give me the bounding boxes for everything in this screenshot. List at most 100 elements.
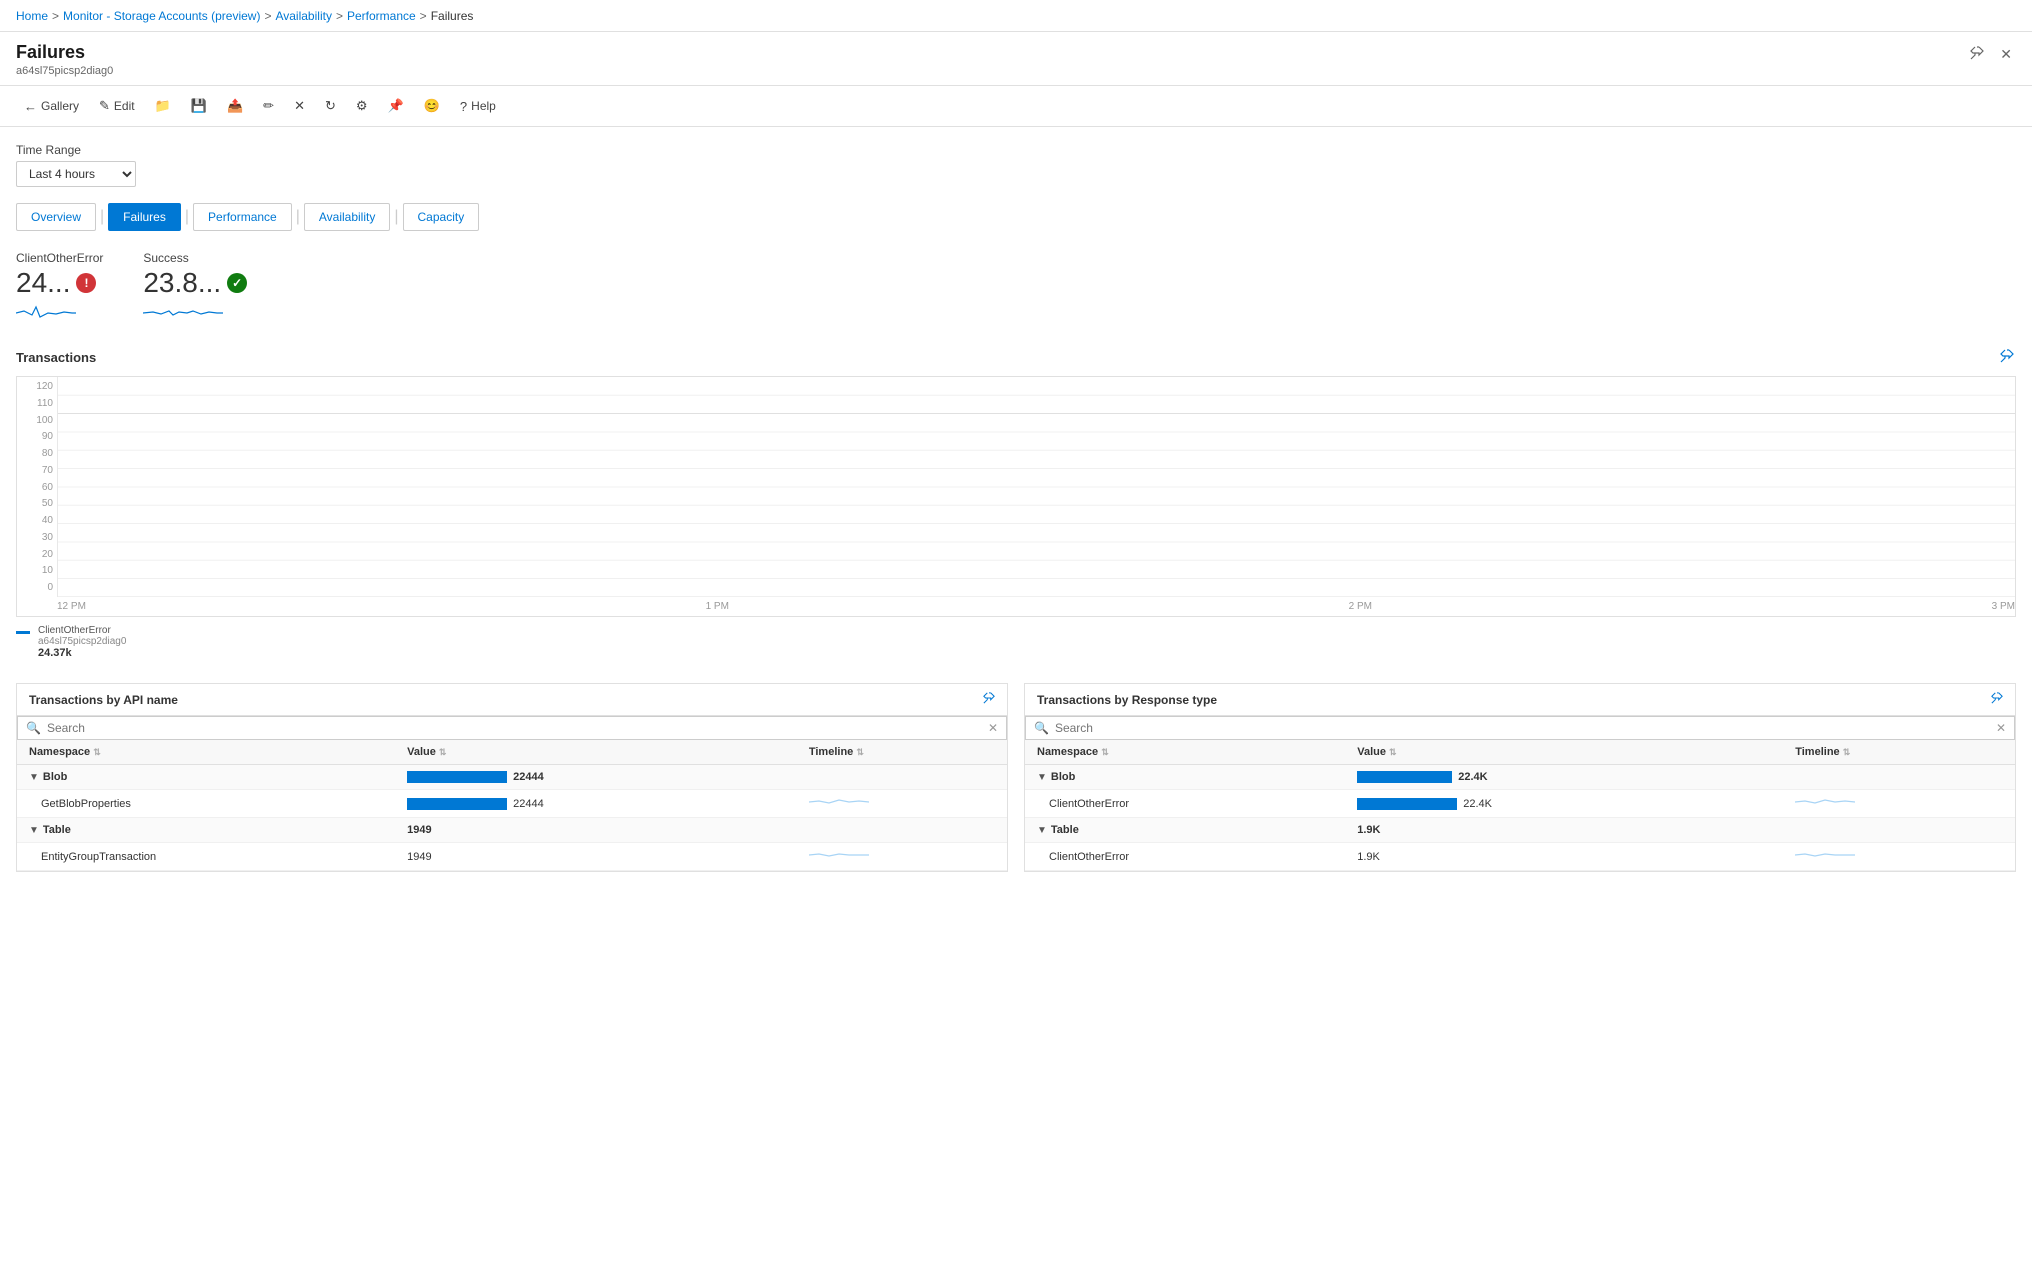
help-button[interactable]: ? Help	[452, 95, 504, 118]
close-icon: ✕	[2000, 46, 2012, 62]
row-namespace: ▼Blob	[1025, 765, 1345, 790]
transactions-api-search[interactable]: 🔍 ✕	[17, 716, 1007, 740]
feedback-icon: 😊	[424, 98, 440, 114]
tab-availability[interactable]: Availability	[304, 203, 390, 231]
col-value-resp[interactable]: Value ⇅	[1345, 740, 1783, 765]
transactions-response-search-input[interactable]	[1055, 721, 1990, 735]
title-bar: Failures a64sl75picsp2diag0 ✕	[0, 32, 2032, 86]
table-row: ▼Blob 22.4K	[1025, 765, 2015, 790]
value-text: 22.4K	[1463, 798, 1492, 810]
breadcrumb-monitor[interactable]: Monitor - Storage Accounts (preview)	[63, 9, 260, 23]
transactions-api-data-table: Namespace ⇅ Value ⇅ Timeline ⇅ ▼Blob	[17, 740, 1007, 871]
search-icon: 🔍	[26, 721, 41, 735]
row-value: 1.9K	[1345, 818, 1783, 843]
success-label: Success	[143, 251, 247, 265]
time-range-select[interactable]: Last 1 hour Last 4 hours Last 4 hours La…	[16, 161, 136, 187]
collapse-icon[interactable]: ▼	[1037, 772, 1047, 783]
collapse-icon[interactable]: ▼	[29, 772, 39, 783]
metric-client-other-error: ClientOtherError 24... !	[16, 251, 103, 323]
edit-label: Edit	[114, 99, 135, 113]
close-button[interactable]: ✕	[1996, 42, 2016, 67]
row-value: 1.9K	[1345, 843, 1783, 871]
success-icon: ✓	[227, 273, 247, 293]
y-label-10: 10	[42, 565, 53, 576]
toolbar: ← Gallery ✎ Edit 📁 💾 📤 ✏ ✕ ↻ ⚙ 📌 😊 ? Hel…	[0, 86, 2032, 127]
chart-pin-button[interactable]	[1998, 347, 2016, 368]
row-value: 1949	[395, 843, 797, 871]
main-content: Time Range Last 1 hour Last 4 hours Last…	[0, 127, 2032, 1272]
pin-button[interactable]	[1966, 42, 1988, 67]
chart-legend: ClientOtherError a64sl75picsp2diag0 24.3…	[16, 625, 2016, 659]
transactions-chart-section: Transactions 120 110 100 90 80 70 60 50	[16, 347, 2016, 659]
folder-button[interactable]: 📁	[147, 94, 179, 118]
pin-toolbar-button[interactable]: 📌	[380, 94, 412, 118]
pen-button[interactable]: ✏	[255, 94, 282, 118]
transactions-response-table-header: Transactions by Response type	[1025, 684, 2015, 716]
client-other-error-value-row: 24... !	[16, 267, 103, 299]
transactions-response-title: Transactions by Response type	[1037, 693, 1217, 707]
client-other-error-label: ClientOtherError	[16, 251, 103, 265]
table-row: ▼Table 1949	[17, 818, 1007, 843]
table-row: EntityGroupTransaction 1949	[17, 843, 1007, 871]
x-label-12pm: 12 PM	[57, 601, 86, 612]
save-icon: 💾	[191, 98, 207, 114]
breadcrumb-availability[interactable]: Availability	[275, 9, 331, 23]
breadcrumb-performance[interactable]: Performance	[347, 9, 416, 23]
y-label-110: 110	[37, 398, 53, 409]
row-namespace: ▼Table	[1025, 818, 1345, 843]
table-row: ▼Table 1.9K	[1025, 818, 2015, 843]
client-other-error-value: 24...	[16, 267, 70, 299]
clear-icon[interactable]: ✕	[1996, 721, 2006, 735]
col-timeline-resp[interactable]: Timeline ⇅	[1783, 740, 2015, 765]
transactions-api-search-input[interactable]	[47, 721, 982, 735]
save-button[interactable]: 💾	[183, 94, 215, 118]
col-namespace-resp[interactable]: Namespace ⇅	[1025, 740, 1345, 765]
col-timeline-api[interactable]: Timeline ⇅	[797, 740, 1007, 765]
tab-performance[interactable]: Performance	[193, 203, 292, 231]
transactions-response-pin-button[interactable]	[1991, 692, 2003, 707]
row-timeline	[797, 818, 1007, 843]
value-text: 22.4K	[1458, 771, 1487, 783]
chart-x-axis: 12 PM 1 PM 2 PM 3 PM	[57, 597, 2015, 616]
refresh-button[interactable]: ↻	[317, 94, 344, 118]
clear-icon[interactable]: ✕	[988, 721, 998, 735]
y-label-100: 100	[36, 415, 53, 426]
tab-failures[interactable]: Failures	[108, 203, 181, 231]
time-range-section: Time Range Last 1 hour Last 4 hours Last…	[16, 143, 2016, 187]
metric-success: Success 23.8... ✓	[143, 251, 247, 323]
transactions-response-search[interactable]: 🔍 ✕	[1025, 716, 2015, 740]
success-sparkline	[143, 303, 247, 323]
transactions-api-title: Transactions by API name	[29, 693, 178, 707]
settings-button[interactable]: ⚙	[348, 94, 376, 118]
discard-icon: ✕	[294, 98, 305, 114]
feedback-button[interactable]: 😊	[416, 94, 448, 118]
transactions-api-table-header: Transactions by API name	[17, 684, 1007, 716]
value-bar	[407, 798, 507, 810]
row-timeline	[797, 790, 1007, 818]
y-label-90: 90	[42, 431, 53, 442]
success-value-row: 23.8... ✓	[143, 267, 247, 299]
edit-button[interactable]: ✎ Edit	[91, 94, 143, 118]
row-value: 22444	[395, 765, 797, 790]
gallery-icon: ←	[24, 99, 37, 114]
gallery-button[interactable]: ← Gallery	[16, 95, 87, 118]
chart-header: Transactions	[16, 347, 2016, 368]
collapse-icon[interactable]: ▼	[29, 825, 39, 836]
transactions-api-table-section: Transactions by API name 🔍 ✕ Namespace ⇅…	[16, 683, 1008, 872]
breadcrumb: Home > Monitor - Storage Accounts (previ…	[16, 9, 473, 23]
y-label-40: 40	[42, 515, 53, 526]
pin-toolbar-icon: 📌	[388, 98, 404, 114]
tab-capacity[interactable]: Capacity	[403, 203, 480, 231]
table-row: ClientOtherError 22.4K	[1025, 790, 2015, 818]
discard-button[interactable]: ✕	[286, 94, 313, 118]
col-value-api[interactable]: Value ⇅	[395, 740, 797, 765]
folder-icon: 📁	[155, 98, 171, 114]
tab-overview[interactable]: Overview	[16, 203, 96, 231]
transactions-response-table-section: Transactions by Response type 🔍 ✕ Namesp…	[1024, 683, 2016, 872]
breadcrumb-home[interactable]: Home	[16, 9, 48, 23]
transactions-api-pin-button[interactable]	[983, 692, 995, 707]
col-namespace-api[interactable]: Namespace ⇅	[17, 740, 395, 765]
export-button[interactable]: 📤	[219, 94, 251, 118]
collapse-icon[interactable]: ▼	[1037, 825, 1047, 836]
row-timeline	[1783, 843, 2015, 871]
